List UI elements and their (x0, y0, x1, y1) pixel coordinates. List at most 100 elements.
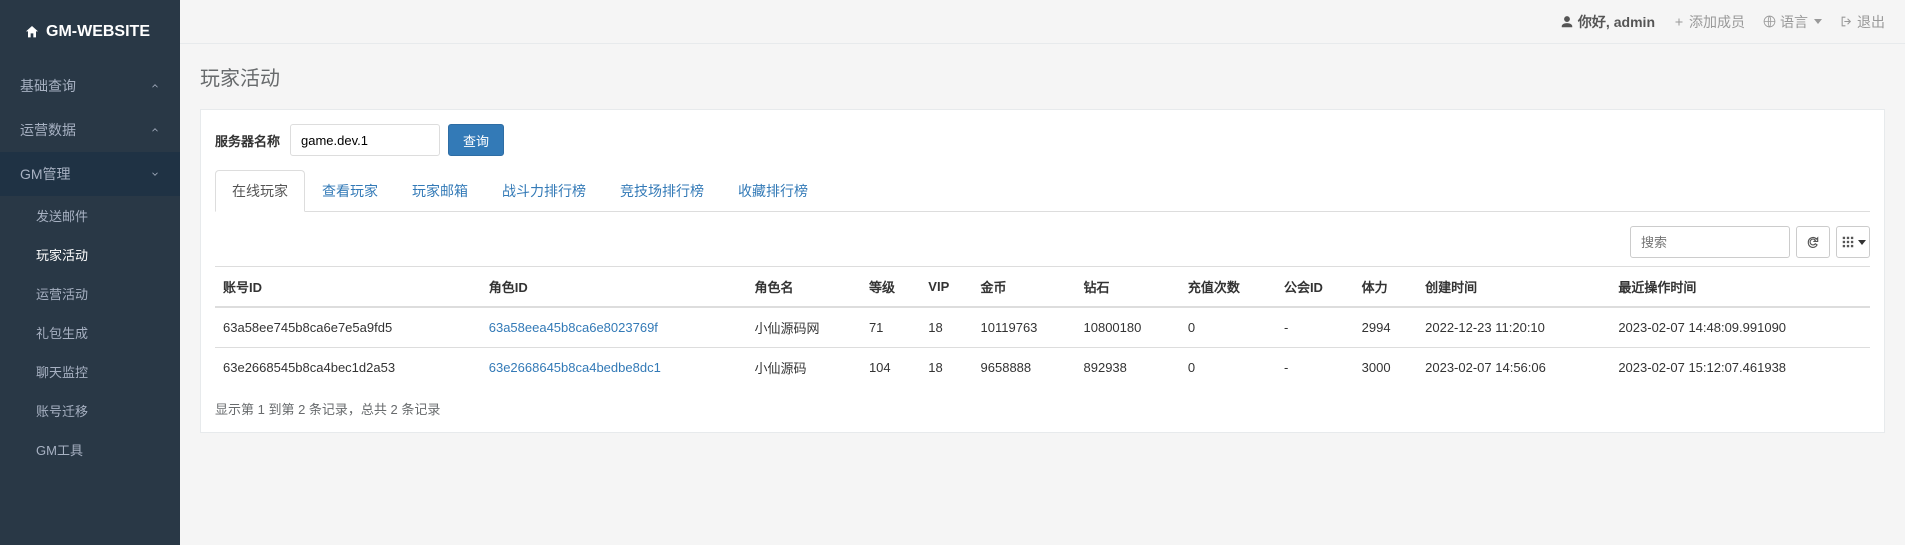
column-header[interactable]: 等级 (861, 267, 920, 308)
chevron-down-icon (1814, 19, 1822, 24)
refresh-icon (1806, 235, 1820, 249)
home-icon (24, 24, 40, 40)
cell-role_id: 63e2668645b8ca4bedbe8dc1 (481, 348, 747, 388)
add-member-label: 添加成员 (1689, 12, 1745, 32)
tab-1[interactable]: 查看玩家 (305, 170, 395, 212)
brand[interactable]: GM-WEBSITE (0, 0, 180, 64)
brand-text: GM-WEBSITE (46, 23, 150, 41)
logout-label: 退出 (1857, 12, 1885, 32)
cell-role_id: 63a58eea45b8ca6e8023769f (481, 307, 747, 348)
table-toolbar (215, 226, 1870, 258)
sidebar-item-2-5[interactable]: 账号迁移 (0, 391, 180, 430)
column-header[interactable]: 钻石 (1076, 267, 1180, 308)
query-button[interactable]: 查询 (448, 124, 504, 156)
sidebar-group-0[interactable]: 基础查询 (0, 64, 180, 108)
table-row: 63a58ee745b8ca6e7e5a9fd5 63a58eea45b8ca6e… (215, 307, 1870, 348)
filter-row: 服务器名称 查询 (215, 124, 1870, 156)
cell-stamina: 2994 (1354, 307, 1417, 348)
panel: 服务器名称 查询 在线玩家查看玩家玩家邮箱战斗力排行榜竞技场排行榜收藏排行榜 账… (200, 109, 1885, 433)
sidebar-group-label: 运营数据 (20, 120, 76, 140)
sidebar-item-2-3[interactable]: 礼包生成 (0, 313, 180, 352)
chevron-up-icon (150, 125, 160, 135)
cell-gold: 10119763 (973, 307, 1076, 348)
role-id-link[interactable]: 63e2668645b8ca4bedbe8dc1 (489, 360, 661, 375)
tab-5[interactable]: 收藏排行榜 (721, 170, 825, 212)
globe-icon (1763, 15, 1776, 28)
column-header[interactable]: 最近操作时间 (1610, 267, 1870, 308)
table-header-row: 账号ID角色ID角色名等级VIP金币钻石充值次数公会ID体力创建时间最近操作时间 (215, 267, 1870, 308)
tab-0[interactable]: 在线玩家 (215, 170, 305, 212)
cell-vip: 18 (920, 307, 972, 348)
cell-role_name: 小仙源码 (746, 348, 860, 388)
greeting-prefix: 你好, (1578, 12, 1610, 32)
cell-recharge: 0 (1180, 348, 1276, 388)
sidebar: GM-WEBSITE 基础查询运营数据 GM管理发送邮件玩家活动运营活动礼包生成聊… (0, 0, 180, 545)
cell-gold: 9658888 (973, 348, 1076, 388)
cell-level: 71 (861, 307, 920, 348)
filter-label: 服务器名称 (215, 131, 280, 150)
cell-account: 63a58ee745b8ca6e7e5a9fd5 (215, 307, 481, 348)
user-icon (1560, 15, 1574, 29)
cell-last_op: 2023-02-07 15:12:07.461938 (1610, 348, 1870, 388)
sidebar-item-2-0[interactable]: 发送邮件 (0, 196, 180, 235)
sidebar-item-2-1[interactable]: 玩家活动 (0, 235, 180, 274)
columns-button[interactable] (1836, 226, 1870, 258)
grid-icon (1841, 235, 1855, 249)
cell-role_name: 小仙源码网 (746, 307, 860, 348)
sidebar-group-label: 基础查询 (20, 76, 76, 96)
cell-created: 2023-02-07 14:56:06 (1417, 348, 1610, 388)
role-id-link[interactable]: 63a58eea45b8ca6e8023769f (489, 320, 658, 335)
cell-created: 2022-12-23 11:20:10 (1417, 307, 1610, 348)
cell-vip: 18 (920, 348, 972, 388)
column-header[interactable]: 公会ID (1276, 267, 1354, 308)
refresh-button[interactable] (1796, 226, 1830, 258)
table-footer: 显示第 1 到第 2 条记录，总共 2 条记录 (215, 399, 1870, 418)
topbar-language[interactable]: 语言 (1763, 12, 1822, 32)
column-header[interactable]: 创建时间 (1417, 267, 1610, 308)
topbar: 你好, admin 添加成员 语言 退出 (180, 0, 1905, 44)
chevron-down-icon (1858, 240, 1866, 245)
data-table: 账号ID角色ID角色名等级VIP金币钻石充值次数公会ID体力创建时间最近操作时间… (215, 266, 1870, 387)
column-header[interactable]: 充值次数 (1180, 267, 1276, 308)
greeting-username: admin (1614, 14, 1655, 30)
column-header[interactable]: 金币 (973, 267, 1076, 308)
tab-2[interactable]: 玩家邮箱 (395, 170, 485, 212)
cell-guild: - (1276, 307, 1354, 348)
column-header[interactable]: 体力 (1354, 267, 1417, 308)
table-body: 63a58ee745b8ca6e7e5a9fd5 63a58eea45b8ca6e… (215, 307, 1870, 387)
sidebar-group-1[interactable]: 运营数据 (0, 108, 180, 152)
cell-stamina: 3000 (1354, 348, 1417, 388)
search-input[interactable] (1630, 226, 1790, 258)
cell-diamond: 892938 (1076, 348, 1180, 388)
column-header[interactable]: 角色ID (481, 267, 747, 308)
page-title: 玩家活动 (200, 62, 1885, 91)
tab-4[interactable]: 竞技场排行榜 (603, 170, 721, 212)
column-header[interactable]: VIP (920, 267, 972, 308)
sidebar-group-2[interactable]: GM管理 (0, 152, 180, 196)
chevron-up-icon (150, 81, 160, 91)
cell-last_op: 2023-02-07 14:48:09.991090 (1610, 307, 1870, 348)
cell-guild: - (1276, 348, 1354, 388)
cell-recharge: 0 (1180, 307, 1276, 348)
column-header[interactable]: 角色名 (746, 267, 860, 308)
nav: 基础查询运营数据 GM管理发送邮件玩家活动运营活动礼包生成聊天监控账号迁移GM工具 (0, 64, 180, 469)
main: 你好, admin 添加成员 语言 退出 玩家活动 服务器名称 查询 在线玩家查… (180, 0, 1905, 545)
plus-icon (1673, 16, 1685, 28)
tabs: 在线玩家查看玩家玩家邮箱战斗力排行榜竞技场排行榜收藏排行榜 (215, 170, 1870, 212)
topbar-greeting[interactable]: 你好, admin (1560, 12, 1655, 32)
content: 玩家活动 服务器名称 查询 在线玩家查看玩家玩家邮箱战斗力排行榜竞技场排行榜收藏… (180, 44, 1905, 451)
server-name-input[interactable] (290, 124, 440, 156)
topbar-logout[interactable]: 退出 (1840, 12, 1885, 32)
column-header[interactable]: 账号ID (215, 267, 481, 308)
cell-account: 63e2668545b8ca4bec1d2a53 (215, 348, 481, 388)
tab-3[interactable]: 战斗力排行榜 (485, 170, 603, 212)
sidebar-item-2-4[interactable]: 聊天监控 (0, 352, 180, 391)
logout-icon (1840, 15, 1853, 28)
sidebar-item-2-6[interactable]: GM工具 (0, 430, 180, 469)
table-row: 63e2668545b8ca4bec1d2a53 63e2668645b8ca4b… (215, 348, 1870, 388)
chevron-down-icon (150, 169, 160, 179)
sidebar-item-2-2[interactable]: 运营活动 (0, 274, 180, 313)
cell-diamond: 10800180 (1076, 307, 1180, 348)
topbar-add-member[interactable]: 添加成员 (1673, 12, 1745, 32)
sidebar-group-label: GM管理 (20, 164, 71, 184)
